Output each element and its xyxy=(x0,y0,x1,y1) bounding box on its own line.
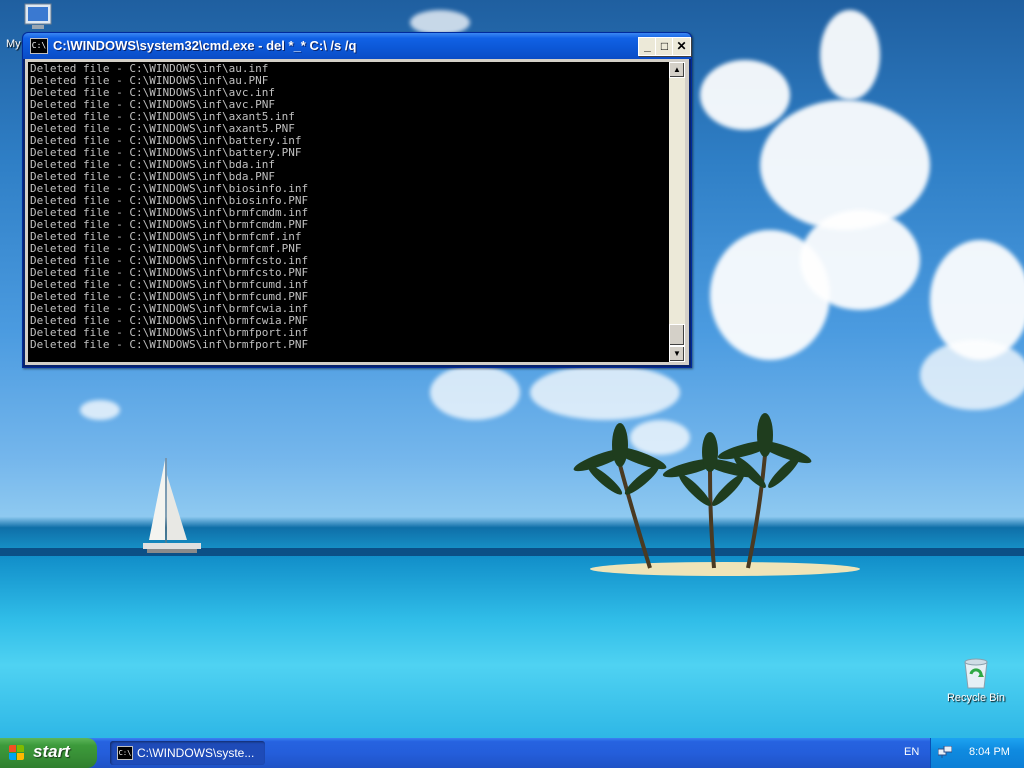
recycle-bin-shortcut[interactable]: Recycle Bin xyxy=(940,656,1012,704)
cmd-icon: C:\ xyxy=(117,746,133,760)
start-button[interactable]: start xyxy=(0,738,97,768)
windows-logo-icon xyxy=(9,745,25,761)
cloud xyxy=(700,60,790,130)
scrollbar-thumb[interactable] xyxy=(669,324,685,346)
console-lines: Deleted file - C:\WINDOWS\inf\au.inf Del… xyxy=(28,62,669,351)
console-output[interactable]: Deleted file - C:\WINDOWS\inf\au.inf Del… xyxy=(28,62,669,362)
my-computer-icon xyxy=(24,3,52,29)
taskbar-item-cmd[interactable]: C:\ C:\WINDOWS\syste... xyxy=(110,741,265,765)
scroll-up-button[interactable]: ▲ xyxy=(669,62,685,78)
taskbar-item-label: C:\WINDOWS\syste... xyxy=(137,746,255,760)
cloud xyxy=(80,400,120,420)
vertical-scrollbar[interactable]: ▲ ▼ xyxy=(669,62,685,362)
window-title: C:\WINDOWS\system32\cmd.exe - del *_* C:… xyxy=(53,38,357,53)
window-titlebar[interactable]: C:\ C:\WINDOWS\system32\cmd.exe - del *_… xyxy=(23,33,691,59)
cmd-frame: Deleted file - C:\WINDOWS\inf\au.inf Del… xyxy=(25,59,689,365)
language-indicator[interactable]: EN xyxy=(904,746,919,758)
palm-trees-image xyxy=(573,413,812,569)
network-icon[interactable] xyxy=(938,746,952,758)
cmd-window-icon[interactable]: C:\ xyxy=(30,38,48,54)
my-computer-label: My xyxy=(6,38,21,50)
cloud xyxy=(820,10,880,100)
clock[interactable]: 8:04 PM xyxy=(969,746,1010,758)
my-computer-shortcut[interactable]: My xyxy=(4,2,56,50)
system-tray: 8:04 PM xyxy=(930,738,1024,768)
recycle-bin-icon xyxy=(964,658,988,689)
cloud xyxy=(800,210,920,310)
cmd-window[interactable]: C:\ C:\WINDOWS\system32\cmd.exe - del *_… xyxy=(22,32,692,368)
close-button[interactable]: ✕ xyxy=(672,37,691,56)
cloud xyxy=(920,340,1024,410)
console-line: Deleted file - C:\WINDOWS\inf\brmfport.P… xyxy=(30,338,309,351)
sailboat-image xyxy=(143,458,201,553)
taskbar: start C:\ C:\WINDOWS\syste... EN 8:04 PM xyxy=(0,738,1024,768)
start-label: start xyxy=(33,742,70,761)
scroll-down-button[interactable]: ▼ xyxy=(669,346,685,362)
recycle-bin-label: Recycle Bin xyxy=(946,692,1006,704)
sea xyxy=(0,556,1024,738)
cloud xyxy=(430,365,520,420)
